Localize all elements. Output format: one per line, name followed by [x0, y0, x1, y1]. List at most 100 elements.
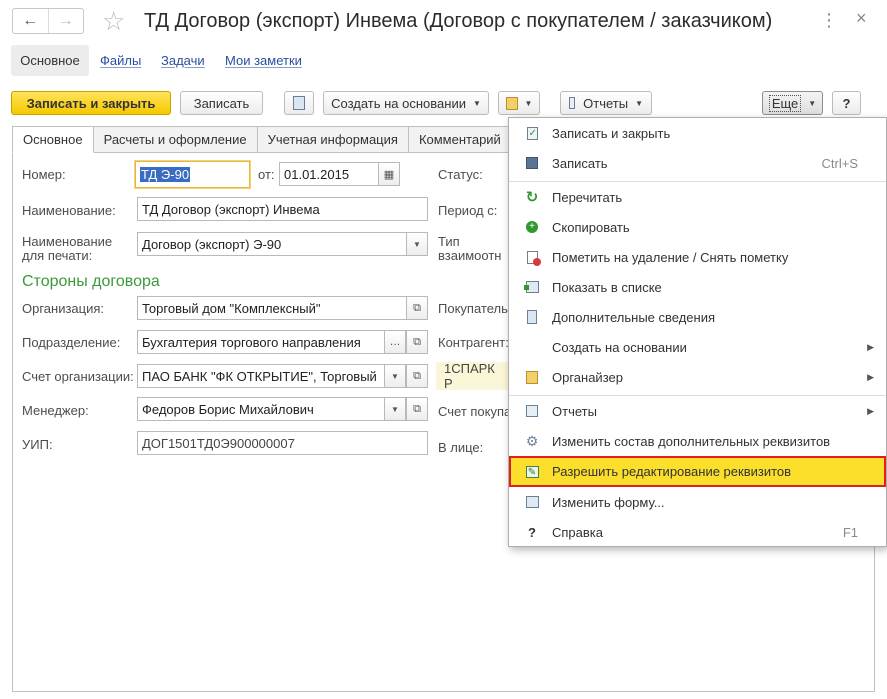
menu-item-change-attributes[interactable]: ⚙ Изменить состав дополнительных реквизи… [509, 426, 886, 456]
open-icon[interactable]: ⧉ [406, 331, 427, 353]
department-value: Бухгалтерия торгового направления [142, 334, 361, 350]
chevron-down-icon[interactable]: ▼ [384, 398, 406, 420]
menu-item-create-based[interactable]: Создать на основании ▶ [509, 332, 886, 362]
spark-hint[interactable]: 1СПАРК Р [436, 361, 508, 391]
menu-item-label: Скопировать [552, 219, 630, 235]
print-name-value: Договор (экспорт) Э-90 [142, 236, 282, 252]
counterparty-label: Контрагент: [438, 335, 509, 350]
menu-item-organizer[interactable]: Органайзер ▶ [509, 362, 886, 392]
menu-item-label: Записать [552, 155, 608, 171]
more-label: Еще [768, 94, 802, 112]
menu-item-label: Показать в списке [552, 279, 662, 295]
section-nav-files[interactable]: Файлы [100, 53, 141, 68]
parties-heading: Стороны договора [22, 273, 160, 290]
dots-menu-icon[interactable]: ⋮ [820, 10, 838, 31]
menu-item-help[interactable]: ? Справка F1 [509, 517, 886, 547]
print-name-label-line2: для печати: [22, 248, 93, 263]
organizer-dropdown-button[interactable]: ▼ [498, 91, 540, 115]
print-name-label-line1: Наименование [22, 234, 113, 249]
name-value: ТД Договор (экспорт) Инвема [142, 201, 320, 217]
menu-item-reread[interactable]: ↻ Перечитать [509, 182, 886, 212]
menu-item-label: Справка [552, 524, 603, 540]
create-based-on-button[interactable]: Создать на основании ▼ [323, 91, 489, 115]
question-icon: ? [528, 524, 536, 540]
manager-value: Федоров Борис Михайлович [142, 401, 314, 417]
department-input[interactable]: Бухгалтерия торгового направления … ⧉ [137, 330, 428, 354]
name-label: Наименование: [22, 203, 116, 218]
ellipsis-icon[interactable]: … [384, 331, 406, 353]
organizer-icon [523, 368, 541, 386]
menu-item-label: Разрешить редактирование реквизитов [552, 464, 792, 479]
tab-main[interactable]: Основное [12, 126, 94, 153]
tab-comment[interactable]: Комментарий [408, 126, 512, 153]
menu-item-allow-edit-attributes[interactable]: ✎ Разрешить редактирование реквизитов [509, 456, 886, 487]
menu-item-label: Пометить на удаление / Снять пометку [552, 249, 789, 265]
menu-item-mark-delete[interactable]: Пометить на удаление / Снять пометку [509, 242, 886, 272]
change-form-icon [523, 493, 541, 511]
tab-settlements[interactable]: Расчеты и оформление [93, 126, 258, 153]
pencil-edit-icon: ✎ [523, 463, 541, 481]
menu-item-reports[interactable]: Отчеты ▶ [509, 396, 886, 426]
menu-item-show-in-list[interactable]: Показать в списке [509, 272, 886, 302]
save-and-close-button[interactable]: Записать и закрыть [11, 91, 171, 115]
menu-item-label: Изменить форму... [552, 494, 665, 510]
calendar-icon[interactable]: ▦ [378, 163, 399, 185]
open-icon[interactable]: ⧉ [406, 365, 427, 387]
document-list-icon[interactable] [284, 91, 314, 115]
department-label: Подразделение: [22, 335, 121, 350]
menu-item-additional-info[interactable]: Дополнительные сведения [509, 302, 886, 332]
mark-delete-icon [523, 248, 541, 266]
chevron-right-icon: ▶ [867, 405, 874, 416]
create-based-on-label: Создать на основании [331, 95, 466, 111]
number-input[interactable]: ТД Э-90 [135, 161, 250, 188]
copy-add-icon: + [523, 218, 541, 236]
buyer-label: Покупатель [438, 301, 508, 316]
manager-select[interactable]: Федоров Борис Михайлович ▼ ⧉ [137, 397, 428, 421]
show-in-list-icon [523, 278, 541, 296]
menu-item-copy[interactable]: + Скопировать [509, 212, 886, 242]
menu-item-label: Создать на основании [552, 339, 687, 355]
org-account-value: ПАО БАНК "ФК ОТКРЫТИЕ", Торговый [142, 368, 377, 384]
chevron-down-icon: ▼ [635, 98, 643, 108]
help-button[interactable]: ? [832, 91, 861, 115]
close-icon[interactable]: × [856, 8, 867, 29]
org-account-select[interactable]: ПАО БАНК "ФК ОТКРЫТИЕ", Торговый ▼ ⧉ [137, 364, 428, 388]
floppy-disk-icon [523, 154, 541, 172]
document-icon [293, 96, 305, 110]
section-nav-tasks[interactable]: Задачи [161, 53, 205, 68]
name-input[interactable]: ТД Договор (экспорт) Инвема [137, 197, 428, 221]
organization-input[interactable]: Торговый дом "Комплексный" ⧉ [137, 296, 428, 320]
reports-icon [523, 402, 541, 420]
reports-button[interactable]: Отчеты ▼ [560, 91, 652, 115]
buyer-account-label: Счет покупа [438, 404, 512, 419]
menu-item-change-form[interactable]: Изменить форму... [509, 487, 886, 517]
more-button[interactable]: Еще ▼ [762, 91, 823, 115]
window-title: ТД Договор (экспорт) Инвема (Договор с п… [144, 10, 773, 32]
number-label: Номер: [22, 167, 66, 182]
date-input[interactable]: 01.01.2015 ▦ [279, 162, 400, 186]
chevron-down-icon: ▼ [472, 98, 481, 108]
arrow-right-icon[interactable]: → [47, 9, 84, 33]
reports-icon [569, 97, 576, 109]
org-account-label: Счет организации: [22, 369, 134, 384]
status-label: Статус: [438, 167, 483, 182]
section-nav-main[interactable]: Основное [11, 45, 89, 76]
open-icon[interactable]: ⧉ [406, 297, 427, 319]
print-name-select[interactable]: Договор (экспорт) Э-90 ▼ [137, 232, 428, 256]
save-button[interactable]: Записать [180, 91, 263, 115]
history-nav-group: ← → [12, 8, 84, 34]
open-icon[interactable]: ⧉ [406, 398, 427, 420]
star-outline-icon[interactable]: ☆ [102, 6, 125, 36]
chevron-down-icon[interactable]: ▼ [384, 365, 406, 387]
chevron-down-icon: ▼ [524, 98, 533, 108]
chevron-down-icon[interactable]: ▼ [406, 233, 427, 255]
menu-item-save-close[interactable]: ✓ Записать и закрыть [509, 118, 886, 148]
section-nav-notes[interactable]: Мои заметки [225, 53, 302, 68]
menu-item-label: Дополнительные сведения [552, 309, 716, 325]
uip-input[interactable]: ДОГ1501ТД0Э900000007 [137, 431, 428, 455]
tab-accounting[interactable]: Учетная информация [257, 126, 409, 153]
menu-item-label: Записать и закрыть [552, 125, 671, 141]
menu-item-save[interactable]: Записать Ctrl+S [509, 148, 886, 178]
arrow-left-icon[interactable]: ← [13, 9, 48, 33]
chevron-right-icon: ▶ [867, 341, 874, 352]
